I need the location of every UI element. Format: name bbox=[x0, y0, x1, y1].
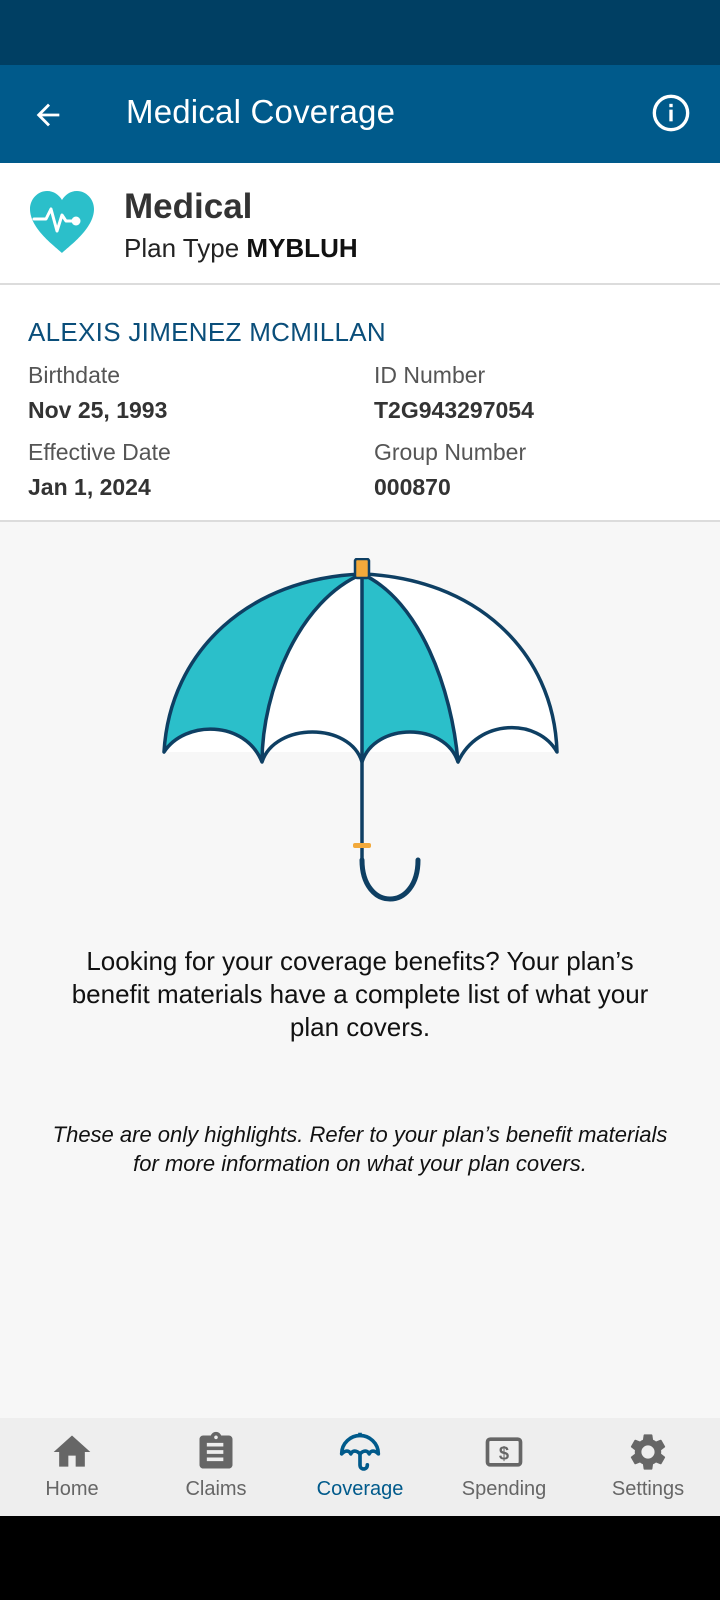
effective-date-field: Effective Date Jan 1, 2024 bbox=[28, 439, 171, 501]
page-title: Medical Coverage bbox=[126, 93, 396, 130]
plan-name: Medical bbox=[124, 187, 253, 226]
group-number-label: Group Number bbox=[374, 439, 527, 465]
svg-text:$: $ bbox=[499, 1442, 509, 1463]
info-button[interactable] bbox=[648, 90, 694, 136]
plan-type-value: MYBLUH bbox=[246, 233, 358, 263]
effective-date-label: Effective Date bbox=[28, 439, 171, 465]
birthdate-field: Birthdate Nov 25, 1993 bbox=[28, 362, 167, 424]
coverage-note-text: These are only highlights. Refer to your… bbox=[52, 1122, 668, 1176]
nav-home[interactable]: Home bbox=[0, 1418, 144, 1516]
arrow-left-icon bbox=[36, 103, 60, 127]
coverage-lead-text: Looking for your coverage benefits? Your… bbox=[71, 946, 649, 1042]
bottom-nav: Home Claims Coverage $ Spending Settings bbox=[0, 1418, 720, 1516]
birthdate-value: Nov 25, 1993 bbox=[28, 397, 168, 423]
nav-coverage[interactable]: Coverage bbox=[288, 1418, 432, 1516]
heart-pulse-icon bbox=[30, 191, 94, 253]
nav-spending[interactable]: $ Spending bbox=[432, 1418, 576, 1516]
nav-spending-label: Spending bbox=[461, 1478, 547, 1500]
id-number-label: ID Number bbox=[374, 362, 486, 388]
umbrella-icon bbox=[339, 1432, 381, 1471]
nav-home-label: Home bbox=[45, 1478, 99, 1500]
nav-coverage-label: Coverage bbox=[316, 1478, 404, 1500]
dollar-icon: $ bbox=[485, 1437, 523, 1467]
coverage-content: Looking for your coverage benefits? Your… bbox=[0, 522, 720, 1418]
effective-date-value: Jan 1, 2024 bbox=[28, 474, 151, 500]
member-card: ALEXIS JIMENEZ MCMILLAN Birthdate Nov 25… bbox=[0, 285, 720, 522]
info-icon bbox=[652, 94, 690, 132]
id-number-value: T2G943297054 bbox=[374, 397, 534, 423]
umbrella-illustration bbox=[162, 558, 559, 902]
plan-type-label: Plan Type bbox=[124, 233, 240, 263]
home-icon bbox=[53, 1435, 91, 1467]
system-nav-bar bbox=[0, 1516, 720, 1600]
birthdate-label: Birthdate bbox=[28, 362, 121, 388]
gear-icon bbox=[630, 1434, 666, 1470]
app-bar: Medical Coverage bbox=[0, 65, 720, 163]
nav-claims[interactable]: Claims bbox=[144, 1418, 288, 1516]
status-bar bbox=[0, 0, 720, 65]
group-number-field: Group Number 000870 bbox=[374, 439, 526, 501]
plan-card: Medical Plan Type MYBLUH bbox=[0, 163, 720, 285]
nav-settings-label: Settings bbox=[611, 1478, 685, 1500]
nav-claims-label: Claims bbox=[185, 1478, 247, 1500]
member-name: ALEXIS JIMENEZ MCMILLAN bbox=[28, 317, 386, 347]
back-button[interactable] bbox=[26, 93, 70, 137]
id-number-field: ID Number T2G943297054 bbox=[374, 362, 534, 424]
group-number-value: 000870 bbox=[374, 474, 451, 500]
plan-type: Plan Type MYBLUH bbox=[124, 233, 358, 264]
nav-settings[interactable]: Settings bbox=[576, 1418, 720, 1516]
clipboard-icon bbox=[199, 1431, 233, 1469]
